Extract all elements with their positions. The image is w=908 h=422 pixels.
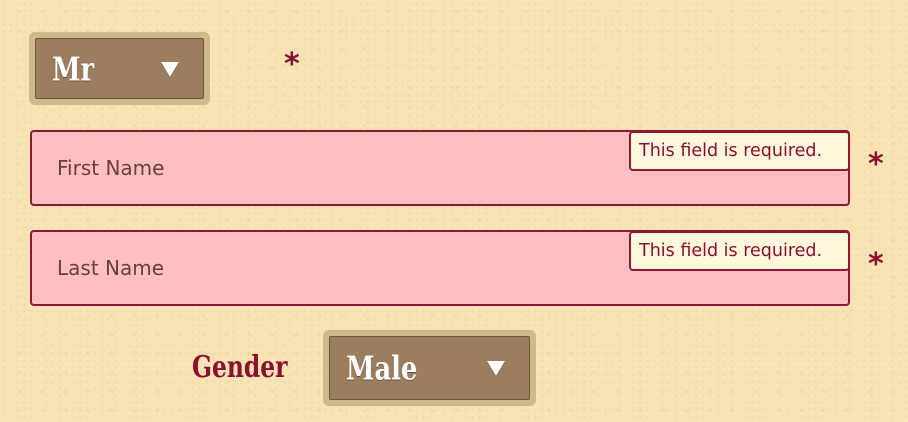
gender-label: Gender: [192, 350, 288, 385]
required-marker: *: [868, 247, 884, 282]
gender-select-value: Male: [346, 348, 418, 388]
title-select-value: Mr: [52, 49, 95, 88]
chevron-down-icon: [487, 361, 505, 376]
title-select[interactable]: Mr: [29, 32, 210, 105]
chevron-down-icon: [161, 61, 179, 77]
required-marker: *: [284, 47, 300, 82]
title-select-box[interactable]: Mr: [35, 38, 204, 99]
gender-select[interactable]: Male: [323, 330, 536, 406]
required-marker: *: [868, 147, 884, 182]
gender-select-box[interactable]: Male: [329, 336, 530, 400]
first-name-error-tooltip: This field is required.: [629, 131, 850, 171]
last-name-error-tooltip: This field is required.: [629, 231, 850, 271]
